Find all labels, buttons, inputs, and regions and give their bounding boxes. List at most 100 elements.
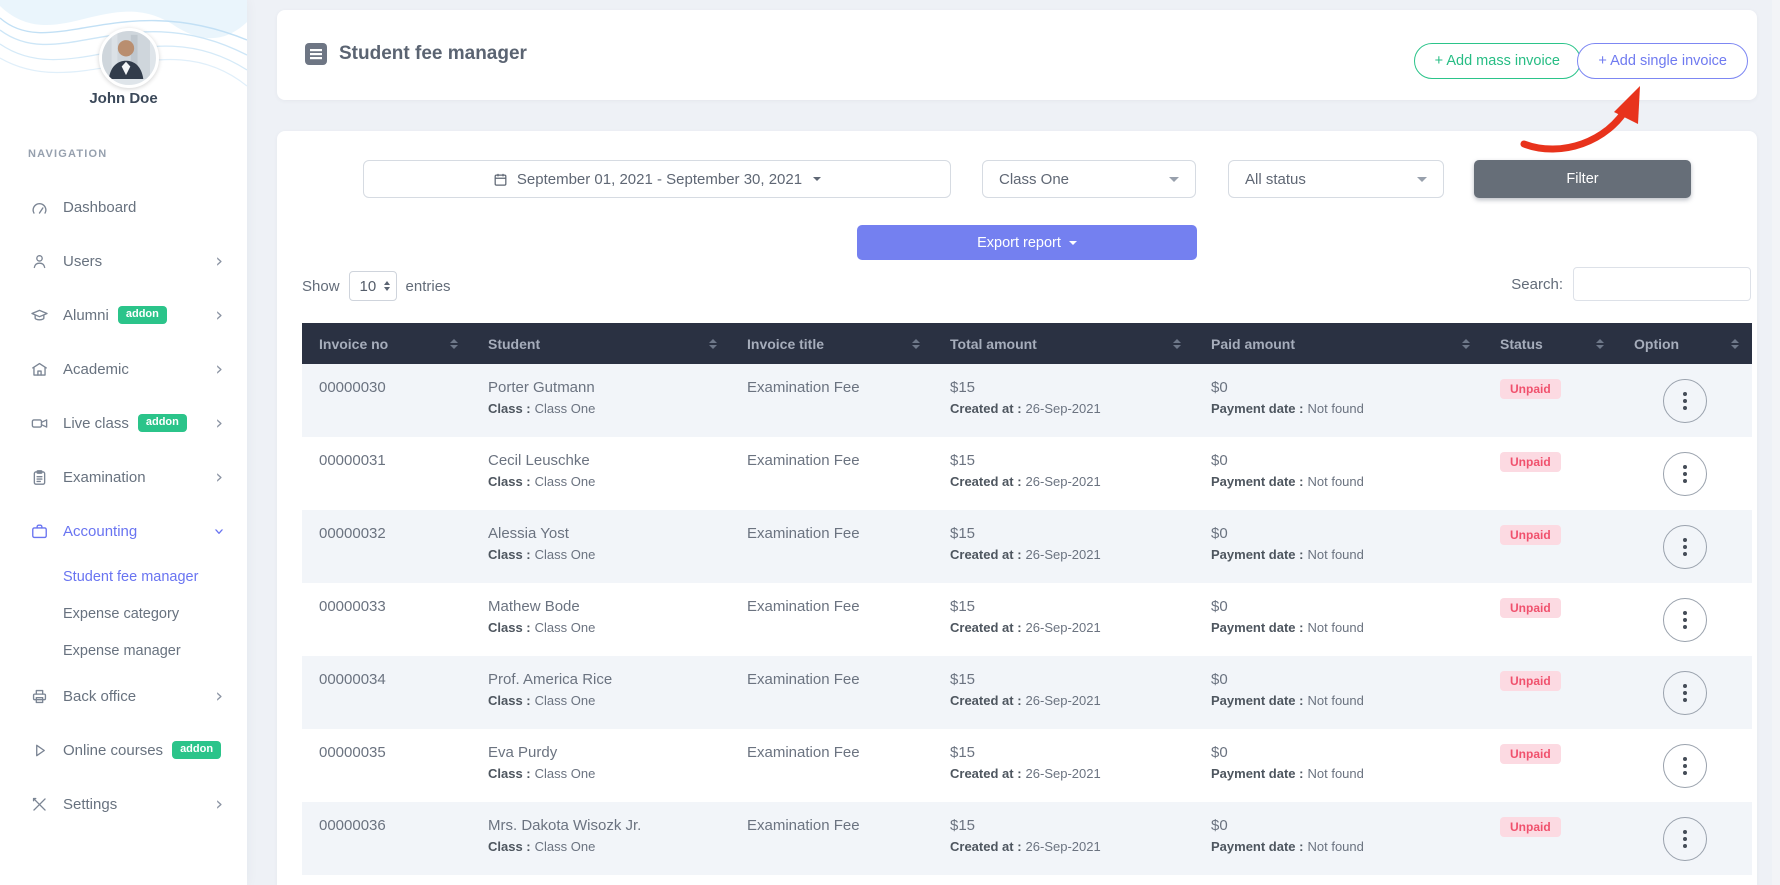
cell-total-amount: $15Created at :26-Sep-2021 [933, 437, 1194, 510]
cell-option [1617, 437, 1752, 510]
column-header-paid-amount[interactable]: Paid amount [1194, 323, 1483, 364]
chevron-right-icon: › [215, 360, 223, 379]
column-header-status[interactable]: Status [1483, 323, 1617, 364]
avatar-image [102, 31, 150, 79]
payment-date: Payment date :Not found [1211, 693, 1483, 708]
caret-down-icon [813, 177, 821, 181]
cell-paid-amount: $0Payment date :Not found [1194, 437, 1483, 510]
sidebar-item-dashboard[interactable]: Dashboard [0, 180, 247, 234]
scrollbar-track [1772, 0, 1780, 885]
calendar-icon [493, 172, 508, 187]
sidebar-item-accounting[interactable]: Accounting › [0, 504, 247, 558]
created-at: Created at :26-Sep-2021 [950, 693, 1194, 708]
subitem-label: Expense manager [63, 643, 181, 659]
cell-paid-amount: $0Payment date :Not found [1194, 364, 1483, 437]
cell-invoice-title: Examination Fee [730, 729, 933, 802]
export-report-button[interactable]: Export report [857, 225, 1197, 260]
kebab-icon [1683, 618, 1687, 622]
row-options-button[interactable] [1663, 525, 1707, 569]
list-icon [305, 43, 327, 65]
sidebar-item-online-courses[interactable]: Online courses addon [0, 723, 247, 777]
sidebar-item-examination[interactable]: Examination › [0, 450, 247, 504]
invoice-no: 00000032 [319, 525, 471, 542]
addon-badge: addon [138, 414, 187, 432]
school-icon [30, 360, 49, 379]
class-select[interactable]: Class One [982, 160, 1196, 198]
page-size-value: 10 [360, 278, 377, 295]
sort-icon [709, 339, 717, 349]
sidebar-item-label: Live class [63, 415, 129, 432]
add-single-invoice-button[interactable]: + Add single invoice [1577, 43, 1748, 79]
student-name: Cecil Leuschke [488, 452, 730, 469]
cell-invoice-no: 00000030 [302, 364, 471, 437]
date-range-picker[interactable]: September 01, 2021 - September 30, 2021 [363, 160, 951, 198]
column-header-student[interactable]: Student [471, 323, 730, 364]
sidebar-item-back-office[interactable]: Back office › [0, 669, 247, 723]
sidebar-item-academic[interactable]: Academic › [0, 342, 247, 396]
cell-total-amount: $15Created at :26-Sep-2021 [933, 364, 1194, 437]
column-header-option[interactable]: Option [1617, 323, 1752, 364]
nav-section-label: NAVIGATION [28, 148, 107, 160]
sidebar-subitem-expense-manager[interactable]: Expense manager [0, 632, 247, 669]
student-class: Class :Class One [488, 693, 730, 708]
row-options-button[interactable] [1663, 671, 1707, 715]
sidebar-item-alumni[interactable]: Alumni addon › [0, 288, 247, 342]
cell-invoice-title: Examination Fee [730, 656, 933, 729]
student-name: Eva Purdy [488, 744, 730, 761]
add-mass-invoice-button[interactable]: + Add mass invoice [1414, 43, 1581, 79]
table-row: 00000031 Cecil LeuschkeClass :Class One … [302, 437, 1752, 510]
student-class: Class :Class One [488, 620, 730, 635]
kebab-icon [1683, 837, 1687, 841]
cell-option [1617, 510, 1752, 583]
sidebar-item-users[interactable]: Users › [0, 234, 247, 288]
clipboard-icon [30, 468, 49, 487]
row-options-button[interactable] [1663, 817, 1707, 861]
search-input[interactable] [1573, 267, 1751, 301]
sidebar-item-label: Back office [63, 688, 136, 705]
row-options-button[interactable] [1663, 744, 1707, 788]
page-size-select[interactable]: 10 [349, 271, 397, 301]
invoice-no: 00000033 [319, 598, 471, 615]
sort-icon [1173, 339, 1181, 349]
sidebar-nav: Dashboard Users › Alumni addon › Academi… [0, 180, 247, 831]
sidebar-item-label: Academic [63, 361, 129, 378]
stepper-icon [384, 281, 390, 291]
payment-date: Payment date :Not found [1211, 620, 1483, 635]
column-header-invoice-no[interactable]: Invoice no [302, 323, 471, 364]
sidebar-item-settings[interactable]: Settings › [0, 777, 247, 831]
filter-button[interactable]: Filter [1474, 160, 1691, 198]
cell-option [1617, 802, 1752, 875]
row-options-button[interactable] [1663, 452, 1707, 496]
sidebar-item-live-class[interactable]: Live class addon › [0, 396, 247, 450]
student-name: Prof. America Rice [488, 671, 730, 688]
cell-student: Alessia YostClass :Class One [471, 510, 730, 583]
cell-invoice-no: 00000035 [302, 729, 471, 802]
cell-status: Unpaid [1483, 437, 1617, 510]
kebab-icon [1683, 472, 1687, 476]
cell-invoice-no: 00000032 [302, 510, 471, 583]
sidebar-subitem-student-fee-manager[interactable]: Student fee manager [0, 558, 247, 595]
chevron-right-icon: › [215, 468, 223, 487]
avatar[interactable] [99, 28, 159, 88]
cell-invoice-no: 00000034 [302, 656, 471, 729]
date-range-value: September 01, 2021 - September 30, 2021 [517, 171, 802, 188]
status-badge: Unpaid [1500, 379, 1561, 399]
page-size-control: Show 10 entries [302, 271, 451, 301]
invoice-no: 00000036 [319, 817, 471, 834]
kebab-icon [1683, 399, 1687, 403]
sidebar-subitem-expense-category[interactable]: Expense category [0, 595, 247, 632]
status-select[interactable]: All status [1228, 160, 1444, 198]
sort-icon [1731, 339, 1739, 349]
row-options-button[interactable] [1663, 379, 1707, 423]
column-header-total-amount[interactable]: Total amount [933, 323, 1194, 364]
class-select-value: Class One [999, 171, 1069, 188]
status-badge: Unpaid [1500, 817, 1561, 837]
column-header-invoice-title[interactable]: Invoice title [730, 323, 933, 364]
sidebar-item-label: Dashboard [63, 199, 136, 216]
cell-student: Prof. America Rice Class :Class One [471, 656, 730, 729]
sort-icon [1462, 339, 1470, 349]
invoice-table: Invoice no Student Invoice title Total a… [302, 323, 1752, 875]
chevron-right-icon: › [215, 795, 223, 814]
row-options-button[interactable] [1663, 598, 1707, 642]
status-select-value: All status [1245, 171, 1306, 188]
